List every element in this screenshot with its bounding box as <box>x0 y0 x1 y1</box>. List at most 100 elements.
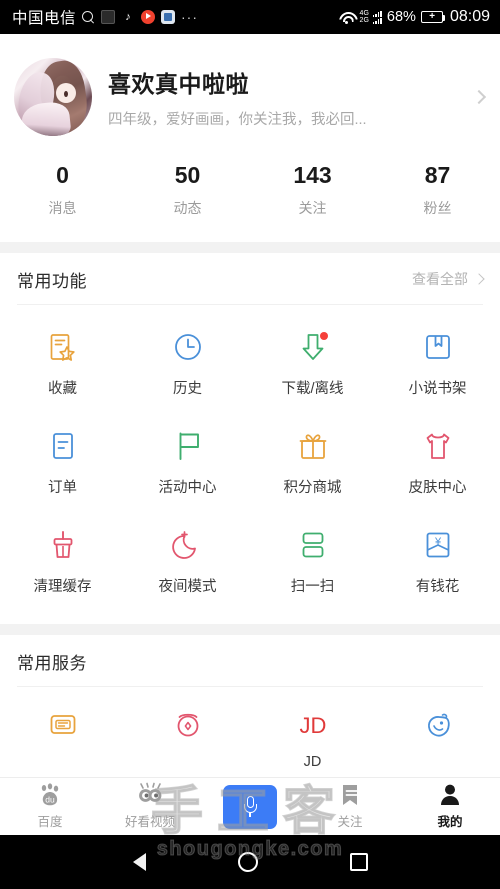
blue-app-icon <box>161 10 176 24</box>
baidu-paw-icon: du <box>37 783 63 807</box>
function-label: 积分商城 <box>283 480 342 496</box>
xianyu-fish-icon <box>421 707 455 741</box>
nav-item-following[interactable]: 关注 <box>300 783 400 830</box>
function-label: 下载/离线 <box>281 381 344 397</box>
function-label: 活动中心 <box>158 480 217 496</box>
function-item-scan[interactable]: 扫一扫 <box>250 519 375 618</box>
notification-badge-dot <box>319 332 328 340</box>
function-item-novel-shelf[interactable]: 小说书架 <box>375 321 500 420</box>
download-arrow-icon <box>296 330 330 364</box>
nav-label: 百度 <box>37 815 63 829</box>
battery-charging-icon: + <box>420 11 446 23</box>
services-grid: JD JD <box>0 687 500 770</box>
function-item-night-mode[interactable]: 夜间模式 <box>125 519 250 618</box>
recents-square-icon[interactable] <box>349 853 368 871</box>
jd-text-icon: JD <box>296 707 330 741</box>
service-item-jd[interactable]: JD JD <box>250 701 375 770</box>
signal-primary-label: 4G <box>359 9 369 17</box>
tshirt-icon <box>421 429 455 463</box>
phone-screen: 中国电信 ··· 4G 2G 68% + 08:09 <box>0 0 500 889</box>
stat-value: 50 <box>174 162 201 188</box>
service-item-xianyu[interactable] <box>375 701 500 770</box>
profile-description: 四年级，爱好画画，你关注我，我必回... <box>108 112 367 128</box>
voice-search-button[interactable] <box>223 784 277 829</box>
stat-label: 动态 <box>173 200 202 216</box>
home-circle-icon[interactable] <box>237 852 258 872</box>
status-bar-left: 中国电信 ··· <box>12 6 198 28</box>
gift-icon <box>296 429 330 463</box>
function-item-downloads[interactable]: 下载/离线 <box>250 321 375 420</box>
stat-label: 消息 <box>48 200 77 216</box>
stat-posts[interactable]: 50 动态 <box>125 162 250 218</box>
function-item-points-mall[interactable]: 积分商城 <box>250 420 375 519</box>
status-bar-right: 4G 2G 68% + 08:09 <box>338 8 490 26</box>
clock-icon <box>171 330 205 364</box>
card-wallet-icon <box>46 707 80 741</box>
android-system-nav <box>0 835 500 889</box>
microphone-icon <box>243 795 257 818</box>
broom-clean-icon <box>46 528 80 562</box>
svg-text:JD: JD <box>299 713 326 738</box>
svg-text:du: du <box>45 795 55 805</box>
function-item-orders[interactable]: 订单 <box>0 420 125 519</box>
nav-item-mine[interactable]: 我的 <box>400 783 500 830</box>
functions-section-header: 常用功能 查看全部 <box>0 253 500 305</box>
nav-label: 关注 <box>337 815 363 829</box>
section-title: 常用功能 <box>17 271 87 291</box>
section-title: 常用服务 <box>17 653 87 673</box>
stat-value: 143 <box>293 162 332 188</box>
service-item-taobao[interactable] <box>125 701 250 770</box>
bookmark-star-icon <box>46 330 80 364</box>
clock-label: 08:09 <box>449 8 490 25</box>
nav-label: 我的 <box>437 815 463 829</box>
back-triangle-icon[interactable] <box>132 853 146 871</box>
nav-item-voice-search[interactable] <box>200 784 300 829</box>
function-item-youqianhua[interactable]: ¥ 有钱花 <box>375 519 500 618</box>
profile-text: 喜欢真中啦啦 四年级，爱好画画，你关注我，我必回... <box>108 65 462 129</box>
section-divider <box>0 242 500 253</box>
user-avatar[interactable] <box>14 58 92 136</box>
profile-stats: 0 消息 50 动态 143 关注 87 粉丝 <box>0 160 500 242</box>
douyin-app-icon <box>121 10 136 24</box>
function-item-history[interactable]: 历史 <box>125 321 250 420</box>
stat-label: 粉丝 <box>423 200 452 216</box>
signal-icon: 4G 2G <box>359 9 382 24</box>
function-label: 小说书架 <box>408 381 467 397</box>
moon-icon <box>171 528 205 562</box>
view-all-button[interactable]: 查看全部 <box>412 269 485 289</box>
function-item-favorites[interactable]: 收藏 <box>0 321 125 420</box>
function-item-activity-center[interactable]: 活动中心 <box>125 420 250 519</box>
wifi-icon <box>338 11 355 24</box>
bottom-navigation: du 百度 好看视频 关注 我的 <box>0 777 500 835</box>
function-label: 清理缓存 <box>33 579 92 595</box>
function-label: 历史 <box>173 381 202 397</box>
common-functions-section: 常用功能 查看全部 收藏 历史 下载/离线 小说书架 订单 活动中心 积分商城 … <box>0 253 500 624</box>
status-overflow-dots: ··· <box>181 9 199 25</box>
bookmark-icon <box>337 783 363 807</box>
nav-item-haokan-video[interactable]: 好看视频 <box>100 782 200 830</box>
function-item-clear-cache[interactable]: 清理缓存 <box>0 519 125 618</box>
nav-item-baidu[interactable]: du 百度 <box>0 783 100 830</box>
money-card-icon: ¥ <box>421 528 455 562</box>
shougongke-app-icon <box>101 10 116 24</box>
nav-label: 好看视频 <box>124 815 175 829</box>
status-bar: 中国电信 ··· 4G 2G 68% + 08:09 <box>0 0 500 34</box>
function-label: 皮肤中心 <box>408 480 467 496</box>
taobao-circle-icon <box>171 707 205 741</box>
stat-followers[interactable]: 87 粉丝 <box>375 162 500 218</box>
stat-label: 关注 <box>298 200 327 216</box>
stat-value: 87 <box>424 162 451 188</box>
profile-header[interactable]: 喜欢真中啦啦 四年级，爱好画画，你关注我，我必回... <box>0 34 500 160</box>
function-label: 有钱花 <box>415 579 460 595</box>
common-services-section: 常用服务 JD JD <box>0 635 500 770</box>
media-player-app-icon <box>141 10 156 24</box>
chevron-right-icon[interactable] <box>462 89 487 105</box>
function-item-skin-center[interactable]: 皮肤中心 <box>375 420 500 519</box>
stat-messages[interactable]: 0 消息 <box>0 162 125 218</box>
flag-icon <box>171 429 205 463</box>
stat-following[interactable]: 143 关注 <box>250 162 375 218</box>
section-divider-2 <box>0 624 500 635</box>
haokan-eyes-icon <box>137 782 163 807</box>
service-item-wallet[interactable] <box>0 701 125 770</box>
search-icon[interactable] <box>82 10 95 24</box>
